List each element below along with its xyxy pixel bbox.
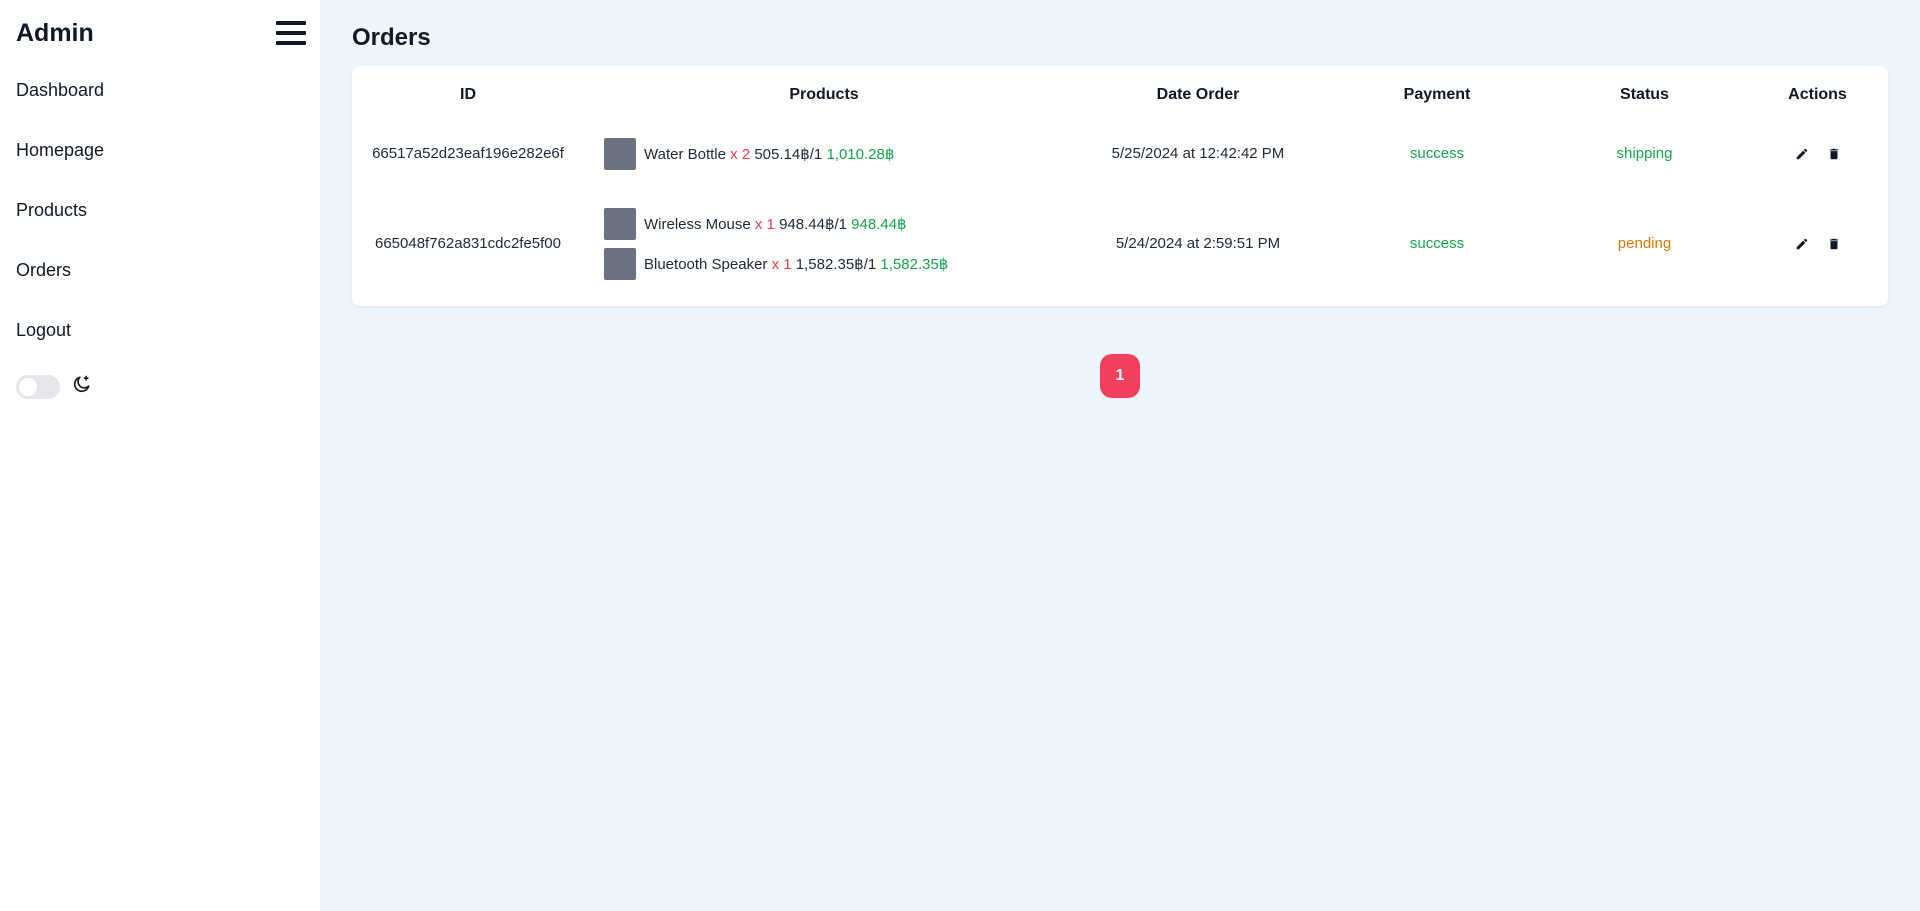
product-line: Water Bottle x 2 505.14฿/1 1,010.28฿: [604, 134, 1064, 174]
table-header-row: ID Products Date Order Payment Status Ac…: [352, 74, 1888, 116]
product-name: Wireless Mouse: [644, 215, 751, 233]
header-payment: Payment: [1403, 86, 1471, 103]
page-title: Orders: [352, 24, 431, 51]
brand-title: Admin: [16, 18, 94, 47]
product-total: 1,010.28฿: [826, 145, 895, 163]
toggle-knob: [19, 377, 37, 396]
header-date-order: Date Order: [1156, 86, 1240, 103]
product-line: Wireless Mouse x 1 948.44฿/1 948.44฿: [604, 204, 1064, 244]
hamburger-menu-icon[interactable]: [276, 18, 306, 48]
product-line: Bluetooth Speaker x 1 1,582.35฿/1 1,582.…: [604, 244, 1064, 284]
pagination: 1: [352, 354, 1888, 398]
product-thumbnail: [604, 137, 636, 170]
order-products: Wireless Mouse x 1 948.44฿/1 948.44฿ Blu…: [584, 191, 1064, 296]
order-id: 665048f762a831cdc2fe5f00: [374, 235, 561, 252]
product-name: Bluetooth Speaker: [644, 255, 768, 273]
table-row: 66517a52d23eaf196e282e6f Water Bottle x …: [352, 116, 1888, 191]
sidebar-item-dashboard[interactable]: Dashboard: [16, 80, 304, 140]
trash-icon[interactable]: [1825, 145, 1843, 163]
orders-table-card: ID Products Date Order Payment Status Ac…: [352, 66, 1888, 306]
trash-icon[interactable]: [1825, 235, 1843, 253]
header-actions: Actions: [1788, 86, 1847, 103]
product-unit-price: 948.44฿/1: [779, 215, 847, 233]
product-thumbnail: [604, 247, 636, 280]
edit-icon[interactable]: [1793, 235, 1811, 253]
sidebar: Admin Dashboard Homepage Products Orders…: [0, 0, 320, 911]
order-status: pending: [1617, 235, 1672, 252]
order-actions: [1747, 116, 1888, 191]
header-products: Products: [789, 86, 859, 103]
product-qty: x 1: [771, 255, 792, 273]
page-button-1[interactable]: 1: [1100, 354, 1140, 398]
product-total: 1,582.35฿: [880, 255, 949, 273]
moon-sparkle-icon: [72, 374, 92, 399]
payment-status: success: [1409, 235, 1465, 252]
product-thumbnail: [604, 207, 636, 240]
dark-mode-toggle[interactable]: [16, 374, 60, 399]
order-id: 66517a52d23eaf196e282e6f: [372, 145, 564, 162]
product-qty: x 2: [730, 145, 751, 163]
orders-table: ID Products Date Order Payment Status Ac…: [352, 74, 1888, 296]
order-date: 5/25/2024 at 12:42:42 PM: [1111, 145, 1285, 162]
order-date: 5/24/2024 at 2:59:51 PM: [1115, 235, 1281, 252]
payment-status: success: [1409, 145, 1465, 162]
order-status: shipping: [1616, 145, 1673, 162]
sidebar-item-homepage[interactable]: Homepage: [16, 140, 304, 200]
header-status: Status: [1620, 86, 1669, 103]
order-products: Water Bottle x 2 505.14฿/1 1,010.28฿: [584, 116, 1064, 191]
edit-icon[interactable]: [1793, 145, 1811, 163]
sidebar-item-products[interactable]: Products: [16, 200, 304, 260]
sidebar-nav: Dashboard Homepage Products Orders Logou…: [16, 80, 304, 380]
product-name: Water Bottle: [644, 145, 726, 163]
sidebar-item-logout[interactable]: Logout: [16, 320, 304, 380]
theme-switch-row: [16, 374, 304, 399]
product-unit-price: 505.14฿/1: [754, 145, 823, 163]
sidebar-item-orders[interactable]: Orders: [16, 260, 304, 320]
order-actions: [1747, 191, 1888, 296]
product-qty: x 1: [754, 215, 775, 233]
product-unit-price: 1,582.35฿/1: [795, 255, 877, 273]
sidebar-header: Admin: [16, 16, 306, 50]
product-total: 948.44฿: [851, 215, 907, 233]
main-content: Orders ID Products Date Order Payment St…: [320, 0, 1920, 911]
table-row: 665048f762a831cdc2fe5f00 Wireless Mouse …: [352, 191, 1888, 296]
header-id: ID: [460, 86, 476, 103]
